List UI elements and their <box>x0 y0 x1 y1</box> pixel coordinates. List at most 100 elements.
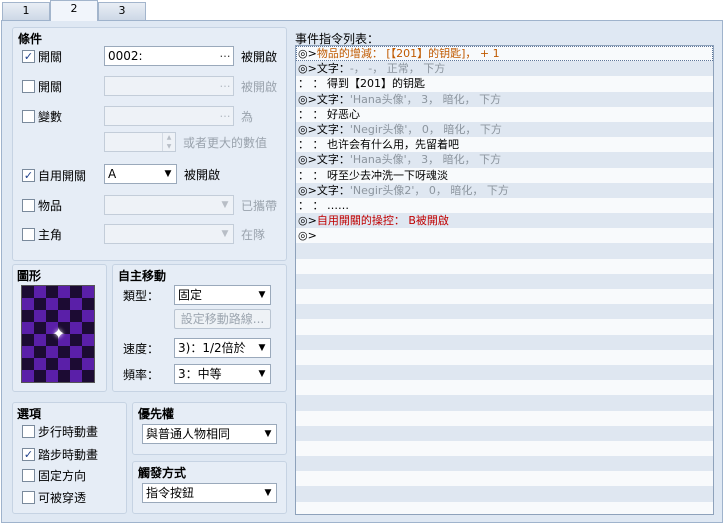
command-row[interactable] <box>296 273 713 289</box>
command-row[interactable]: ： ： 得到【201】的钥匙 <box>296 76 713 92</box>
trigger-select[interactable]: 指令按鈕 ▼ <box>142 483 277 503</box>
command-text: ◎>文字： <box>298 153 350 167</box>
switch1-label: 開關 <box>38 50 63 64</box>
switch2-checkbox[interactable]: 開關 <box>22 78 62 95</box>
set-move-route-button[interactable]: 設定移動路線... <box>174 309 271 329</box>
command-row[interactable] <box>296 395 713 411</box>
chevron-down-icon: ▼ <box>164 169 172 179</box>
variable-field[interactable]: … <box>104 106 234 126</box>
command-row[interactable]: ◎> <box>296 228 713 244</box>
autonomous-movement-group: 自主移動 類型： 固定 ▼ 設定移動路線... 速度： 3)：1/2倍於 ▼ 頻… <box>112 264 287 392</box>
command-row[interactable] <box>296 289 713 305</box>
command-row[interactable] <box>296 471 713 487</box>
option-label: 步行時動畫 <box>38 425 99 439</box>
actor-select[interactable]: ▼ <box>104 224 234 244</box>
priority-group: 優先權 與普通人物相同 ▼ <box>132 402 287 455</box>
switch1-value: 0002: <box>108 49 143 63</box>
command-text: ： ： 得到【201】的钥匙 <box>298 77 425 91</box>
self-switch-label: 自用開關 <box>38 169 87 183</box>
command-row[interactable]: ： ： 也许会有什么用，先留着吧 <box>296 137 713 153</box>
tab-page-2[interactable]: 2 <box>50 0 98 21</box>
ellipsis-icon: … <box>219 77 231 90</box>
move-type-label: 類型： <box>123 289 160 303</box>
command-row[interactable] <box>296 425 713 441</box>
priority-title: 優先權 <box>138 407 175 421</box>
variable-number-field[interactable]: ▲ ▼ <box>104 132 176 152</box>
item-checkbox[interactable]: 物品 <box>22 197 62 214</box>
self-switch-checkbox[interactable]: 自用開關 <box>22 167 86 184</box>
priority-select[interactable]: 與普通人物相同 ▼ <box>142 424 277 444</box>
command-row[interactable] <box>296 319 713 335</box>
move-frequency-label: 頻率： <box>123 368 160 382</box>
command-row[interactable]: ： ： 好恶心 <box>296 106 713 122</box>
switch1-checkbox[interactable]: 開關 <box>22 48 62 65</box>
command-text: 'Hana头像'， 3， 暗化， 下方 <box>349 153 502 167</box>
command-row[interactable] <box>296 349 713 365</box>
tab-bar: 1 2 3 <box>0 0 723 21</box>
conditions-title: 條件 <box>18 32 43 46</box>
command-text: ： ： 好恶心 <box>298 107 360 121</box>
command-row[interactable]: ◎>自用開關的操控： B被開啟 <box>296 213 713 229</box>
command-row[interactable] <box>296 334 713 350</box>
chevron-down-icon: ▼ <box>221 200 229 210</box>
command-row[interactable] <box>296 258 713 274</box>
command-row[interactable] <box>296 501 713 514</box>
move-speed-select[interactable]: 3)：1/2倍於 ▼ <box>174 338 271 358</box>
command-row[interactable] <box>296 243 713 259</box>
command-row[interactable] <box>296 440 713 457</box>
option-label: 可被穿透 <box>38 491 87 505</box>
command-text: ： ： …… <box>298 198 349 212</box>
variable-checkbox[interactable]: 變數 <box>22 108 62 125</box>
command-row[interactable] <box>296 304 713 320</box>
graphic-preview[interactable]: ✦ <box>21 285 95 383</box>
move-speed-label: 速度： <box>123 342 160 356</box>
item-select[interactable]: ▼ <box>104 195 234 215</box>
chevron-down-icon: ▼ <box>258 343 266 353</box>
tab-page-3[interactable]: 3 <box>98 2 146 20</box>
option-label: 踏步時動畫 <box>38 448 99 462</box>
tab-label: 2 <box>70 2 78 15</box>
command-row[interactable]: ◎>文字：'Hana头像'， 3， 暗化， 下方 <box>296 152 713 168</box>
variable-suffix: 為 <box>241 110 254 124</box>
option-direction-fix[interactable]: 固定方向 <box>22 467 86 484</box>
move-type-select[interactable]: 固定 ▼ <box>174 285 271 305</box>
checkbox-icon <box>22 110 35 123</box>
trigger-title: 觸發方式 <box>138 466 187 480</box>
command-row[interactable]: ◎>文字：-， -， 正常， 下方 <box>296 61 713 77</box>
option-walk-anim[interactable]: 步行時動畫 <box>22 423 98 440</box>
option-step-anim[interactable]: 踏步時動畫 <box>22 446 98 463</box>
command-row[interactable]: ◎>物品的增減： [【201】的钥匙]， + 1 <box>296 46 713 62</box>
command-row[interactable] <box>296 456 713 472</box>
trigger-value: 指令按鈕 <box>146 486 195 500</box>
command-row[interactable] <box>296 410 713 426</box>
event-command-list[interactable]: ◎>物品的增減： [【201】的钥匙]， + 1 ◎>文字：-， -， 正常， 下… <box>295 45 714 515</box>
command-row[interactable] <box>296 380 713 396</box>
graphic-title: 圖形 <box>17 269 42 283</box>
tab-page-1[interactable]: 1 <box>2 2 50 20</box>
actor-suffix: 在隊 <box>241 228 266 242</box>
command-row[interactable]: ◎>文字：'Hana头像'， 3， 暗化， 下方 <box>296 91 713 107</box>
command-row[interactable]: ： ： 呀至少去冲洗一下呀魂淡 <box>296 167 713 183</box>
chevron-down-icon: ▼ <box>264 488 272 498</box>
command-text: ◎>文字： <box>298 62 350 76</box>
command-text: ◎>文字： <box>298 92 350 106</box>
move-type-value: 固定 <box>178 288 203 302</box>
command-row[interactable]: ： ： …… <box>296 197 713 214</box>
ellipsis-icon: … <box>219 47 231 60</box>
actor-checkbox[interactable]: 主角 <box>22 226 62 243</box>
command-text: 'Hana头像'， 3， 暗化， 下方 <box>349 92 502 106</box>
options-title: 選項 <box>17 407 42 421</box>
self-switch-select[interactable]: A ▼ <box>104 164 177 184</box>
checkbox-icon <box>22 169 35 182</box>
command-row[interactable] <box>296 364 713 381</box>
command-row[interactable]: ◎>文字：'Negir头像2'， 0， 暗化， 下方 <box>296 182 713 198</box>
conditions-group: 條件 開關 0002: … 被開啟 開關 … 被開啟 變數 … 為 ▲▼ <box>12 27 287 261</box>
option-through[interactable]: 可被穿透 <box>22 489 86 506</box>
switch1-field[interactable]: 0002: … <box>104 46 234 66</box>
command-row[interactable] <box>296 486 713 502</box>
checkbox-icon <box>22 80 35 93</box>
switch2-field[interactable]: … <box>104 76 234 96</box>
switch2-label: 開關 <box>38 80 63 94</box>
move-frequency-select[interactable]: 3：中等 ▼ <box>174 364 271 384</box>
command-row[interactable]: ◎>文字：'Negir头像'， 0， 暗化， 下方 <box>296 121 713 138</box>
